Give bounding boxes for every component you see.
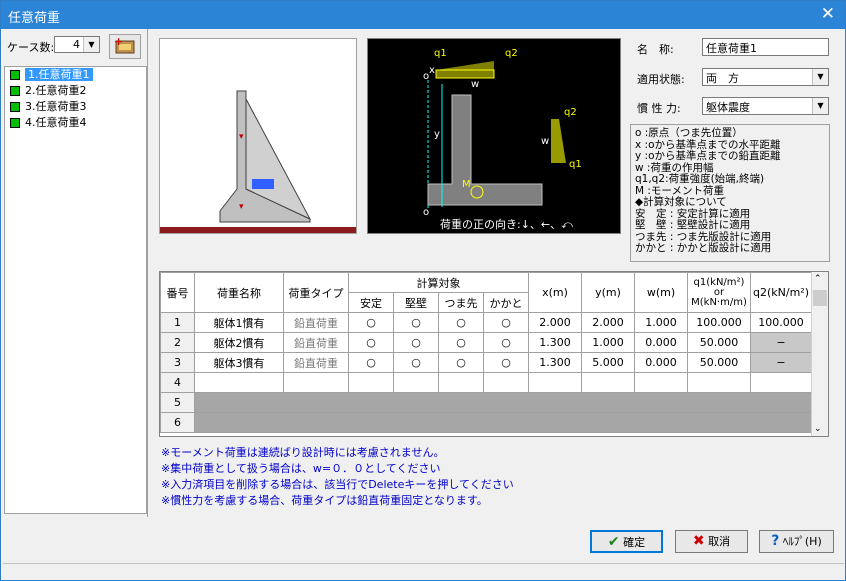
close-icon[interactable]: ✕ xyxy=(821,4,835,24)
add-case-icon: + xyxy=(114,35,135,54)
legend-box: o :原点（つま先位置） x :oから基準点までの水平距離 y :oから基準点ま… xyxy=(630,124,830,262)
legend-line: かかと : かかと版設計に適用 xyxy=(635,242,772,254)
col-name: 荷重名称 xyxy=(194,272,284,313)
w-side-label: w xyxy=(541,136,549,147)
col-no: 番号 xyxy=(160,272,195,313)
list-item[interactable]: 3.任意荷重3 xyxy=(5,99,146,115)
chevron-down-icon[interactable]: ▼ xyxy=(812,98,828,114)
table-row[interactable]: 2 躯体2慣有 鉛直荷重 ○ ○ ○ ○ 1.300 1.000 0.000 5… xyxy=(160,332,812,353)
case-panel: ケース数: 4 ▼ + 1.任意荷重1 2.任意荷重2 3.任意荷重3 4.任意… xyxy=(2,29,148,517)
col-heel: かかと xyxy=(483,292,529,313)
note-line: ※慣性力を考慮する場合、荷重タイプは鉛直荷重固定となります。 xyxy=(161,494,488,507)
question-icon: ? xyxy=(771,533,780,549)
scroll-down-icon[interactable]: ⌄ xyxy=(814,424,822,434)
state-select[interactable]: 両 方 ▼ xyxy=(702,68,829,86)
name-field[interactable]: 任意荷重1 xyxy=(702,38,829,56)
legend-line: q1,q2:荷重強度(始端,終端) xyxy=(635,173,765,185)
cancel-button[interactable]: ✖ 取消 xyxy=(675,530,748,553)
help-button[interactable]: ? ﾍﾙﾌﾟ(H) xyxy=(759,530,834,553)
q2-side-label: q2 xyxy=(564,107,577,118)
table-row[interactable]: 4 xyxy=(160,372,812,393)
inertia-select[interactable]: 躯体震度 ▼ xyxy=(702,97,829,115)
svg-text:+: + xyxy=(114,35,123,48)
m-label: M xyxy=(462,179,471,190)
list-item[interactable]: 1.任意荷重1 xyxy=(5,67,146,83)
case-list[interactable]: 1.任意荷重1 2.任意荷重2 3.任意荷重3 4.任意荷重4 xyxy=(4,66,147,514)
table-scrollbar[interactable]: ⌃ ⌄ xyxy=(811,272,828,436)
col-toe: つま先 xyxy=(438,292,484,313)
col-stab: 安定 xyxy=(348,292,394,313)
list-item[interactable]: 4.任意荷重4 xyxy=(5,115,146,131)
legend-line: 堅 壁 : 堅壁設計に適用 xyxy=(635,219,751,231)
case-marker-icon xyxy=(10,86,20,96)
o-label: o xyxy=(423,71,429,82)
load-definition-diagram: q1 q2 x o y w q2 q1 w M o 荷重の正の向き:↓、←、⤺ xyxy=(367,38,621,234)
col-q1: q1(kN/m²) or M(kN·m/m) xyxy=(687,272,751,313)
w-label: w xyxy=(471,79,479,90)
q2-label: q2 xyxy=(505,48,518,59)
table-row[interactable]: 5 xyxy=(160,392,812,413)
list-item[interactable]: 2.任意荷重2 xyxy=(5,83,146,99)
chevron-down-icon[interactable]: ▼ xyxy=(83,37,99,52)
direction-label: 荷重の正の向き:↓、←、⤺ xyxy=(440,217,573,231)
col-w: w(m) xyxy=(634,272,688,313)
check-icon: ✔ xyxy=(607,534,620,550)
col-x: x(m) xyxy=(528,272,582,313)
case-marker-icon xyxy=(10,70,20,80)
q1-label: q1 xyxy=(434,48,447,59)
cross-icon: ✖ xyxy=(692,533,705,549)
case-marker-icon xyxy=(10,118,20,128)
case-marker-icon xyxy=(10,102,20,112)
col-wall: 堅壁 xyxy=(393,292,439,313)
status-bar xyxy=(3,563,844,579)
col-y: y(m) xyxy=(581,272,635,313)
col-target: 計算対象 xyxy=(348,272,529,293)
x-label: x xyxy=(429,65,435,76)
wall-preview: ▾ ▾ xyxy=(159,38,357,234)
load-table[interactable]: 番号 荷重名称 荷重タイプ 計算対象 x(m) y(m) w(m) q1(kN/… xyxy=(159,271,829,437)
name-label: 名 称: xyxy=(637,43,674,56)
scroll-up-icon[interactable]: ⌃ xyxy=(814,274,822,284)
window-title: 任意荷重 xyxy=(8,11,61,26)
retaining-wall-diagram: ▾ ▾ xyxy=(160,90,356,233)
add-case-button[interactable]: + xyxy=(109,34,141,59)
load-diagram: q1 q2 x o y w q2 q1 w M o 荷重の正の向き:↓、←、⤺ xyxy=(423,48,582,231)
state-label: 適用状態: xyxy=(637,73,685,86)
case-count-label: ケース数: xyxy=(7,41,55,54)
inertia-label: 慣 性 力: xyxy=(637,102,681,115)
table-row[interactable]: 6 xyxy=(160,412,812,433)
case-count-select[interactable]: 4 ▼ xyxy=(54,36,100,53)
notes: ※モーメント荷重は連続ばり設計時には考慮されません。 ※集中荷重として扱う場合は… xyxy=(161,445,514,509)
note-line: ※入力済項目を削除する場合は、該当行でDeleteキーを押してください xyxy=(161,478,514,491)
svg-text:▾: ▾ xyxy=(239,202,244,212)
dialog-window: 任意荷重 ✕ ケース数: 4 ▼ + 1.任意荷重1 2.任意荷重2 3.任意荷… xyxy=(0,0,846,581)
y-label: y xyxy=(434,129,440,140)
chevron-down-icon[interactable]: ▼ xyxy=(812,69,828,85)
origin-label: o xyxy=(423,207,429,218)
ok-button[interactable]: ✔ 確定 xyxy=(590,530,663,553)
q1-side-label: q1 xyxy=(569,159,582,170)
table-row[interactable]: 3 躯体3慣有 鉛直荷重 ○ ○ ○ ○ 1.300 5.000 0.000 5… xyxy=(160,352,812,373)
table-row[interactable]: 1 躯体1慣有 鉛直荷重 ○ ○ ○ ○ 2.000 2.000 1.000 1… xyxy=(160,312,812,333)
scroll-thumb[interactable] xyxy=(813,290,827,306)
legend-line: y :oから基準点までの鉛直距離 xyxy=(635,150,781,162)
note-line: ※モーメント荷重は連続ばり設計時には考慮されません。 xyxy=(161,446,445,459)
col-q2: q2(kN/m²) xyxy=(750,272,812,313)
col-type: 荷重タイプ xyxy=(283,272,349,313)
legend-line: ◆計算対象について xyxy=(635,196,727,208)
legend-line: o :原点（つま先位置） xyxy=(635,127,743,139)
title-bar: 任意荷重 ✕ xyxy=(1,1,845,29)
svg-text:▾: ▾ xyxy=(239,132,244,142)
note-line: ※集中荷重として扱う場合は、w=０．０としてください xyxy=(161,462,441,475)
